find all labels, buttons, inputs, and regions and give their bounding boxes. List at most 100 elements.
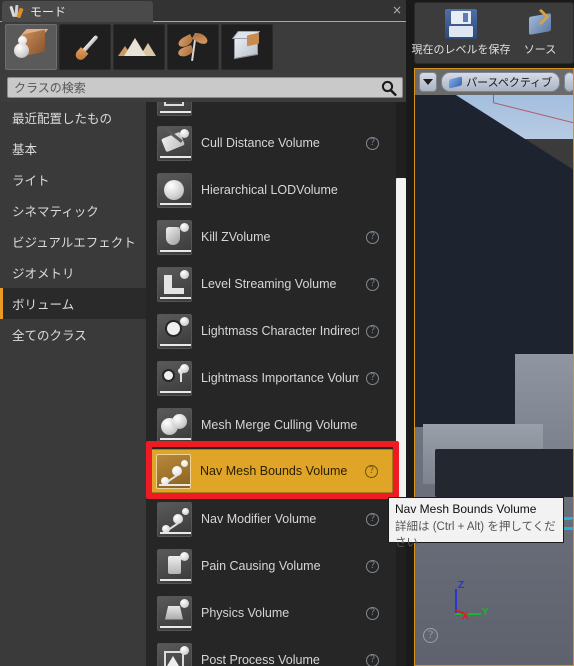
modes-panel: モード × クラスの検索 最近配置したもの 基本 ライト シネマティック ビジュ… xyxy=(0,0,410,666)
list-item-label: Kill ZVolume xyxy=(201,230,271,244)
viewport-help-icon[interactable]: ? xyxy=(423,628,438,643)
help-icon[interactable]: ? xyxy=(366,653,379,666)
sidebar-item-label: 全てのクラス xyxy=(12,329,87,343)
volume-class-list: Cull Distance Volume ? Hierarchical LODV… xyxy=(146,102,410,666)
kill-z-icon xyxy=(157,219,192,255)
help-icon[interactable]: ? xyxy=(366,324,379,338)
list-item[interactable] xyxy=(151,102,391,120)
sidebar-item-geometry[interactable]: ジオメトリ xyxy=(0,257,146,288)
list-item-label: Nav Modifier Volume xyxy=(201,512,317,526)
list-item-label: Lightmass Character Indirect xyxy=(201,324,359,338)
sidebar-item-lights[interactable]: ライト xyxy=(0,164,146,195)
sidebar-item-cinematic[interactable]: シネマティック xyxy=(0,195,146,226)
viewport-scene: Z Y X ? xyxy=(415,69,573,665)
landscape-mode-button[interactable] xyxy=(113,24,165,70)
list-item-pain-causing-volume[interactable]: Pain Causing Volume ? xyxy=(151,544,391,588)
sidebar-item-recently-placed[interactable]: 最近配置したもの xyxy=(0,102,146,133)
list-item-label: Pain Causing Volume xyxy=(201,559,321,573)
list-item-cull-distance-volume[interactable]: Cull Distance Volume ? xyxy=(151,121,391,165)
geometry-mode-button[interactable] xyxy=(221,24,273,70)
level-viewport[interactable]: Z Y X ? パースペクティブ xyxy=(414,68,574,666)
save-current-level-button[interactable]: 現在のレベルを保存 xyxy=(412,7,511,61)
list-item-level-streaming-volume[interactable]: Level Streaming Volume ? xyxy=(151,262,391,306)
lightmass-importance-icon xyxy=(157,360,192,396)
list-item-label: Hierarchical LODVolume xyxy=(201,183,338,197)
level-streaming-icon xyxy=(157,266,192,302)
list-item-kill-zvolume[interactable]: Kill ZVolume ? xyxy=(151,215,391,259)
sidebar-item-visual-effects[interactable]: ビジュアルエフェクト xyxy=(0,226,146,257)
scene-dark-block xyxy=(435,449,573,497)
list-item-lightmass-importance-volume[interactable]: Lightmass Importance Volum ? xyxy=(151,356,391,400)
sidebar-item-label: ライト xyxy=(12,174,50,188)
list-item-physics-volume[interactable]: Physics Volume ? xyxy=(151,591,391,635)
tooltip-description: 詳細は (Ctrl + Alt) を押してください xyxy=(395,521,556,549)
nav-mesh-bounds-icon xyxy=(156,453,191,489)
editor-toolbar: 現在のレベルを保存 ソース xyxy=(412,2,574,64)
search-placeholder: クラスの検索 xyxy=(14,80,86,95)
help-icon[interactable]: ? xyxy=(366,512,379,526)
tab-strip: モード × xyxy=(0,0,410,22)
right-side: 現在のレベルを保存 ソース Z Y X ? パースペクティブ xyxy=(410,0,574,666)
sidebar-item-basic[interactable]: 基本 xyxy=(0,133,146,164)
floppy-disk-icon xyxy=(445,9,477,39)
chevron-down-icon xyxy=(423,79,434,85)
post-process-icon xyxy=(157,642,192,666)
sidebar-item-label: ビジュアルエフェクト xyxy=(12,236,136,250)
search-input[interactable]: クラスの検索 xyxy=(7,76,403,98)
search-magnifier-icon xyxy=(381,80,397,96)
list-item-nav-mesh-bounds-volume[interactable]: Nav Mesh Bounds Volume ? xyxy=(149,449,393,493)
list-item-label: Nav Mesh Bounds Volume xyxy=(200,464,348,478)
close-icon[interactable]: × xyxy=(391,4,403,16)
help-icon[interactable]: ? xyxy=(366,230,379,244)
list-item-label: Physics Volume xyxy=(201,606,290,620)
paint-mode-button[interactable] xyxy=(59,24,111,70)
sidebar-item-label: 基本 xyxy=(12,143,38,157)
scrollbar-thumb[interactable] xyxy=(396,178,406,500)
help-icon[interactable]: ? xyxy=(366,277,379,291)
list-item-label: Mesh Merge Culling Volume xyxy=(201,418,358,432)
list-item-label: Cull Distance Volume xyxy=(201,136,320,150)
list-item-mesh-merge-culling-volume[interactable]: Mesh Merge Culling Volume xyxy=(151,403,391,447)
nav-modifier-icon xyxy=(157,501,192,537)
help-icon[interactable]: ? xyxy=(366,371,379,385)
tooltip-title: Nav Mesh Bounds Volume xyxy=(395,502,537,516)
category-sidebar: 最近配置したもの 基本 ライト シネマティック ビジュアルエフェクト ジオメトリ… xyxy=(0,102,146,666)
place-mode-button[interactable] xyxy=(5,24,57,70)
help-icon[interactable]: ? xyxy=(365,464,378,478)
axis-label-z: Z xyxy=(458,580,465,591)
save-current-level-label: 現在のレベルを保存 xyxy=(411,44,511,56)
viewport-options-button[interactable] xyxy=(419,72,438,92)
lightmass-character-icon xyxy=(157,313,192,349)
viewport-camera-mode-button[interactable]: パースペクティブ xyxy=(441,72,561,92)
source-control-button[interactable]: ソース xyxy=(507,7,573,61)
list-item-post-process-volume[interactable]: Post Process Volume ? xyxy=(151,638,391,666)
axis-label-x: X xyxy=(462,611,469,622)
physics-volume-icon xyxy=(157,595,192,631)
list-item-label: Lightmass Importance Volum xyxy=(201,371,359,385)
foliage-mode-button[interactable] xyxy=(167,24,219,70)
axis-gizmo: Z Y X xyxy=(445,580,495,627)
help-icon[interactable]: ? xyxy=(366,559,379,573)
list-item-lightmass-character-indirect[interactable]: Lightmass Character Indirect ? xyxy=(151,309,391,353)
sidebar-item-volumes[interactable]: ボリューム xyxy=(0,288,146,319)
viewport-view-mode-button[interactable] xyxy=(564,72,573,92)
tab-modes-label: モード xyxy=(30,5,67,19)
list-item-label: Post Process Volume xyxy=(201,653,320,666)
tooltip: Nav Mesh Bounds Volume 詳細は (Ctrl + Alt) … xyxy=(388,497,564,549)
source-control-label: ソース xyxy=(523,44,557,56)
help-icon[interactable]: ? xyxy=(366,136,379,150)
sidebar-item-label: ジオメトリ xyxy=(12,267,75,281)
list-scrollbar[interactable] xyxy=(396,102,406,666)
cull-distance-icon xyxy=(157,125,192,161)
mode-button-strip xyxy=(0,22,410,72)
axis-label-y: Y xyxy=(482,607,489,618)
tab-modes[interactable]: モード xyxy=(2,1,153,22)
mesh-merge-icon xyxy=(157,407,192,443)
help-icon[interactable]: ? xyxy=(366,606,379,620)
sidebar-item-all-classes[interactable]: 全てのクラス xyxy=(0,319,146,350)
pain-causing-icon xyxy=(157,548,192,584)
list-item-nav-modifier-volume[interactable]: Nav Modifier Volume ? xyxy=(151,497,391,541)
partial-volume-icon xyxy=(157,102,192,116)
search-row: クラスの検索 xyxy=(0,72,410,102)
list-item-hierarchical-lodvolume[interactable]: Hierarchical LODVolume xyxy=(151,168,391,212)
